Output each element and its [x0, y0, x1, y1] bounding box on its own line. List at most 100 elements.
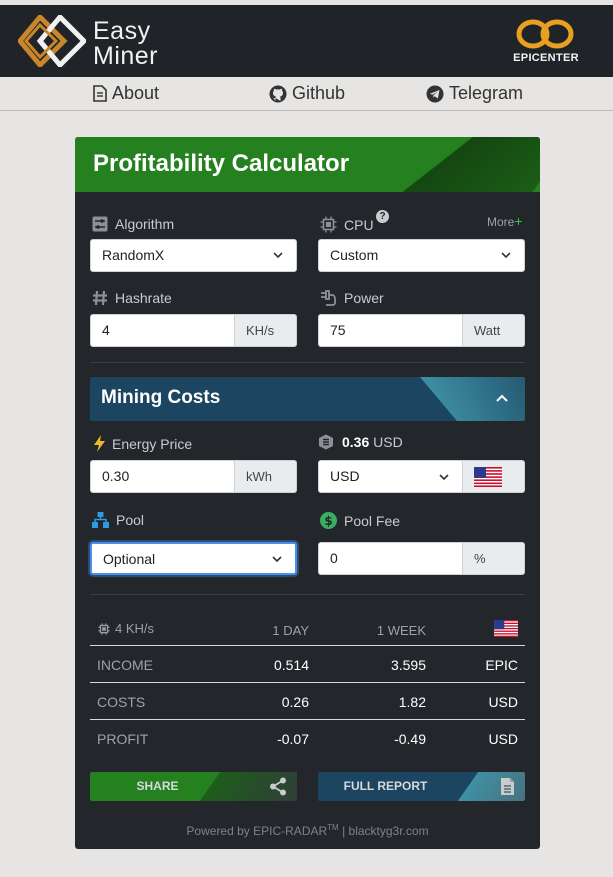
cpu-select[interactable]: Custom [318, 239, 525, 272]
power-input-group: 75 Watt [318, 314, 525, 347]
pool-fee-label: $ Pool Fee [320, 512, 400, 529]
nav-github-label: Github [292, 83, 346, 103]
full-report-label: FULL REPORT [343, 779, 428, 793]
share-button[interactable]: SHARE [90, 772, 297, 801]
hashrate-input-group: 4 KH/s [90, 314, 297, 347]
calculator-header: Profitability Calculator [75, 137, 540, 192]
epic-coin-icon [319, 434, 333, 450]
full-report-button[interactable]: FULL REPORT [318, 772, 525, 801]
energy-price-label-text: Energy Price [112, 435, 193, 452]
plug-icon [321, 290, 336, 306]
energy-price-input[interactable]: 0.30 [90, 460, 235, 493]
pool-value: Optional [103, 551, 156, 567]
svg-text:$: $ [324, 514, 332, 528]
algorithm-label-text: Algorithm [115, 216, 175, 232]
card-footer: Powered by EPIC-RADARTM | blacktyg3r.com [75, 823, 540, 838]
calculator-title: Profitability Calculator [93, 150, 350, 177]
hashrate-unit: KH/s [235, 314, 297, 347]
nav-about-link[interactable]: About [93, 83, 159, 104]
power-label: Power [320, 290, 384, 306]
us-flag-icon [494, 620, 518, 637]
telegram-icon [426, 85, 444, 102]
cpu-value: Custom [330, 247, 379, 263]
lightning-icon [94, 435, 105, 452]
cpu-chip-icon [320, 216, 337, 233]
nav-telegram-label: Telegram [449, 83, 524, 103]
coin-price-value: 0.36 [342, 434, 370, 450]
results-hashrate: 4 KH/s [98, 621, 154, 636]
pool-select[interactable]: Optional [90, 542, 297, 575]
more-link[interactable]: More+ [487, 213, 523, 229]
app-header: Easy Miner EPICENTER [0, 5, 613, 77]
cpu-label: CPU [320, 216, 374, 233]
pool-label: Pool [92, 512, 144, 528]
energy-price-unit: kWh [235, 460, 297, 493]
document-icon [93, 85, 107, 102]
pool-fee-input-group: 0 % [318, 542, 525, 575]
easy-miner-logo-icon[interactable] [18, 15, 86, 67]
table-row: COSTS 0.26 1.82 USD [90, 683, 525, 720]
hashrate-label-text: Hashrate [115, 290, 172, 306]
row-week-value: -0.49 [394, 731, 426, 747]
energy-price-label: Energy Price [94, 435, 192, 452]
file-icon [501, 778, 514, 795]
brand-line2: Miner [93, 42, 159, 70]
sitemap-icon [92, 512, 109, 528]
row-name: COSTS [97, 694, 146, 710]
coin-price-text: 0.36 USD [342, 434, 403, 450]
chevron-down-icon [439, 474, 449, 481]
row-name: INCOME [97, 657, 153, 673]
dollar-circle-icon: $ [320, 512, 337, 529]
pool-fee-input[interactable]: 0 [318, 542, 463, 575]
row-week-value: 3.595 [390, 657, 426, 673]
site-link[interactable]: blacktyg3r.com [349, 824, 429, 838]
pool-fee-unit: % [463, 542, 525, 575]
brand-line1: Easy [93, 17, 151, 45]
power-unit: Watt [463, 314, 525, 347]
row-unit: EPIC [485, 657, 518, 673]
chevron-down-icon [273, 252, 283, 259]
row-day-value: 0.514 [273, 657, 309, 673]
nav-github-link[interactable]: Github [269, 83, 345, 104]
cpu-chip-icon [98, 622, 110, 635]
powered-by-text: Powered by [186, 824, 250, 838]
cpu-help-icon[interactable]: ? [376, 210, 389, 223]
algorithm-value: RandomX [102, 247, 165, 263]
coin-price-currency: USD [373, 434, 403, 450]
row-day-value: 0.26 [281, 694, 309, 710]
us-flag-icon [474, 467, 502, 487]
algorithm-label: Algorithm [92, 216, 174, 232]
coin-price-label: 0.36 USD [318, 434, 403, 450]
results-week-header: 1 WEEK [376, 623, 426, 638]
brand-name[interactable]: Easy Miner [93, 19, 158, 69]
share-icon [270, 777, 286, 796]
currency-value: USD [330, 468, 360, 484]
header-shade [364, 137, 540, 192]
algorithm-select[interactable]: RandomX [90, 239, 297, 272]
pool-label-text: Pool [116, 512, 145, 528]
pool-fee-label-text: Pool Fee [344, 512, 401, 529]
chevron-down-icon [501, 252, 511, 259]
epic-radar-link[interactable]: EPIC-RADARTM [253, 823, 339, 838]
chevron-up-icon [496, 394, 508, 402]
calculator-card: Profitability Calculator Algorithm Rando… [75, 137, 540, 849]
power-input[interactable]: 75 [318, 314, 463, 347]
hashrate-label: Hashrate [92, 290, 172, 306]
mining-costs-toggle[interactable]: Mining Costs [90, 377, 525, 421]
hashrate-input[interactable]: 4 [90, 314, 235, 347]
epicenter-logo-icon[interactable] [514, 17, 576, 51]
trademark: TM [327, 823, 339, 832]
currency-select[interactable]: USD [318, 460, 463, 493]
section-shade [420, 377, 525, 421]
cpu-label-text: CPU [344, 216, 374, 233]
hash-icon [93, 290, 107, 306]
share-label: SHARE [136, 779, 179, 793]
table-row: INCOME 0.514 3.595 EPIC [90, 646, 525, 683]
row-unit: USD [488, 731, 518, 747]
nav-telegram-link[interactable]: Telegram [426, 83, 523, 104]
currency-select-group: USD [318, 460, 525, 493]
table-row: PROFIT -0.07 -0.49 USD [90, 720, 525, 757]
epicenter-label: EPICENTER [513, 52, 579, 64]
top-nav: About Github Telegram [0, 77, 613, 111]
row-week-value: 1.82 [398, 694, 426, 710]
